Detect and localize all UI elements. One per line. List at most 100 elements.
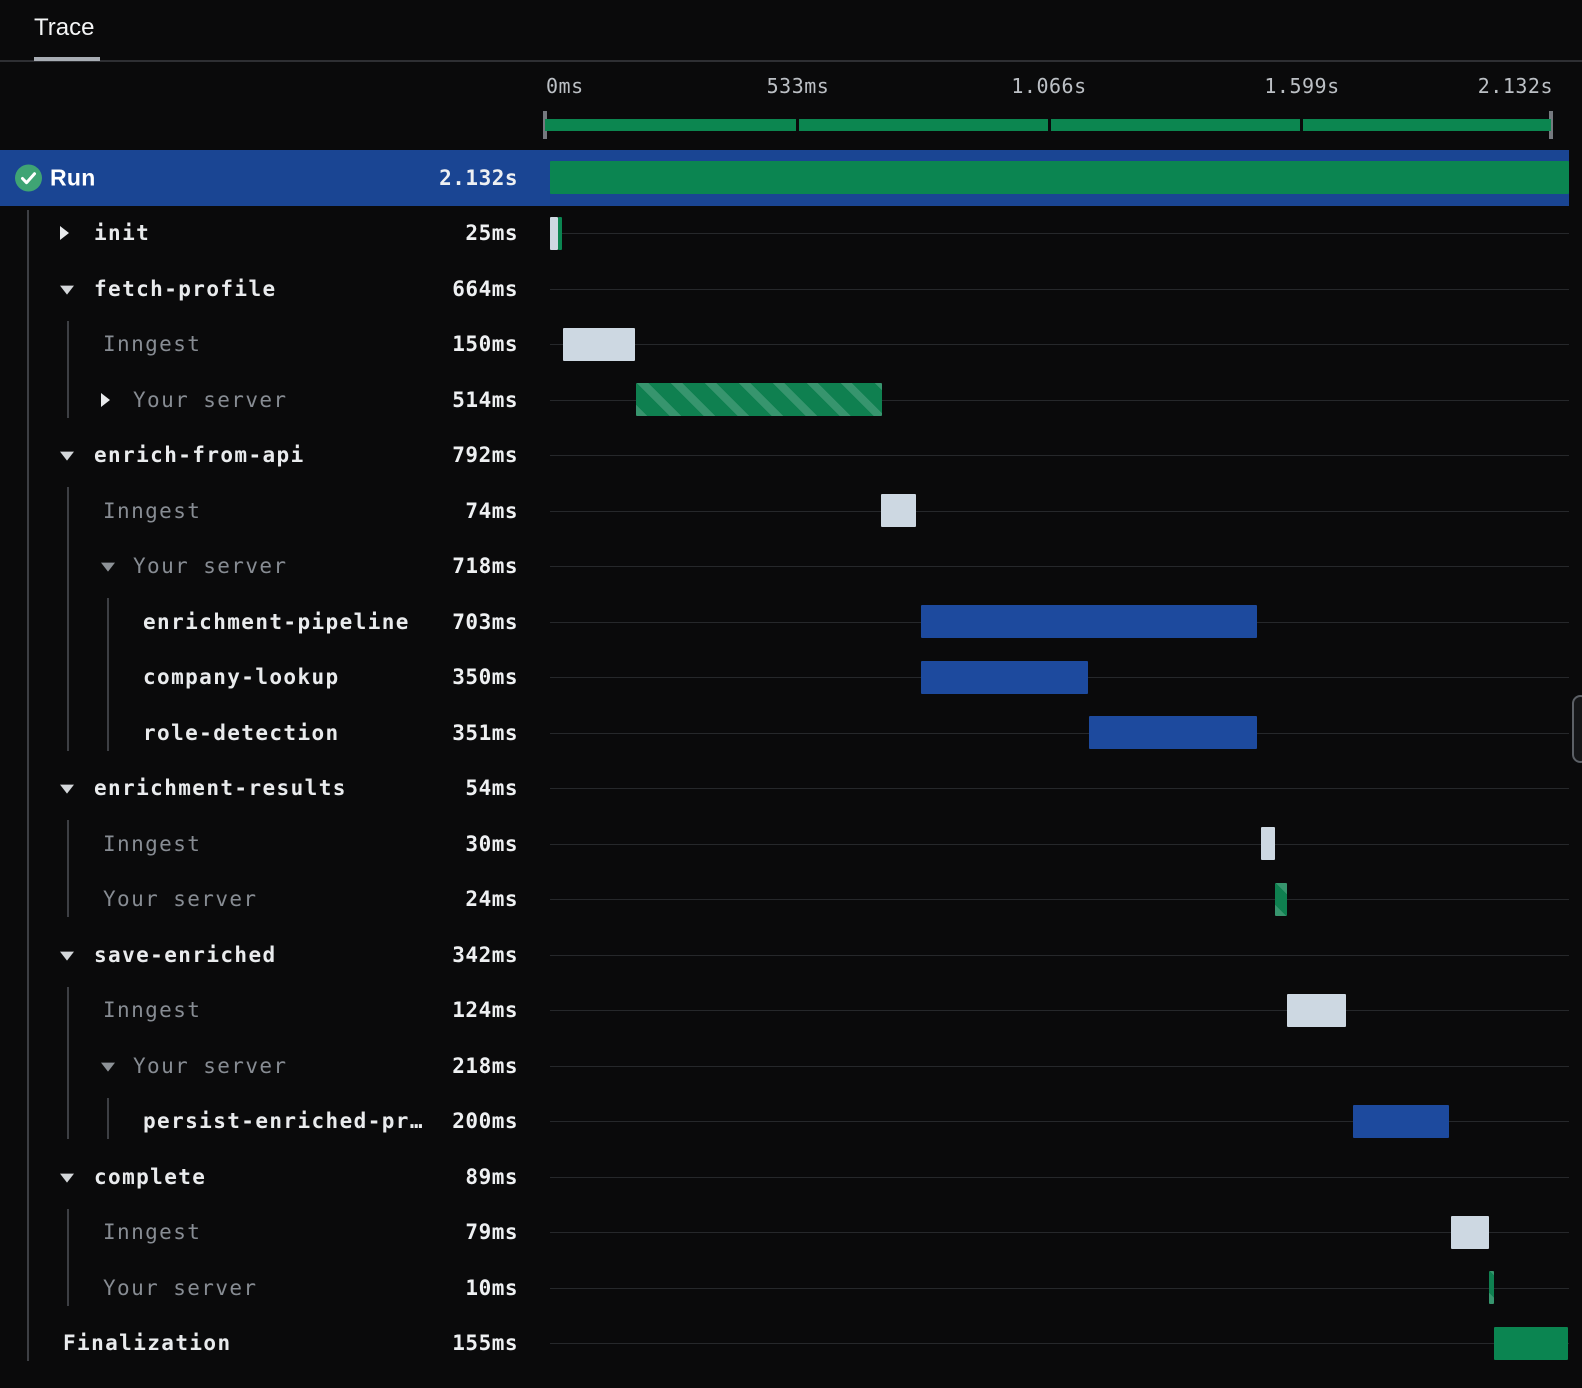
span-name: enrich-from-api <box>94 443 305 468</box>
timeline-minimap[interactable] <box>545 119 1551 131</box>
row-track-line <box>550 1010 1569 1012</box>
row-timeline-track <box>543 1260 1569 1316</box>
trace-row-save-enriched[interactable]: save-enriched 342ms <box>0 927 1569 983</box>
span-name: Your server <box>103 887 258 912</box>
header-bar: Trace <box>0 0 1582 62</box>
trace-row-your-server[interactable]: Your server 218ms <box>0 1038 1569 1094</box>
caret-down-icon[interactable] <box>60 951 74 961</box>
span-name: complete <box>94 1164 207 1189</box>
caret-down-icon[interactable] <box>60 451 74 461</box>
row-left-pane: init 25ms <box>0 206 543 262</box>
trace-row-your-server[interactable]: Your server 718ms <box>0 539 1569 595</box>
span-bar-inngest[interactable] <box>1287 993 1347 1027</box>
trace-row-your-server[interactable]: Your server 24ms <box>0 872 1569 928</box>
span-name: save-enriched <box>94 942 277 967</box>
trace-row-your-server[interactable]: Your server 514ms <box>0 372 1569 428</box>
caret-down-icon[interactable] <box>101 562 115 572</box>
span-bar-inngest[interactable] <box>562 327 635 361</box>
tree-guide-line <box>27 209 29 1361</box>
span-duration: 350ms <box>452 665 518 690</box>
scrollbar-thumb[interactable] <box>1572 695 1582 763</box>
caret-down-icon[interactable] <box>60 784 74 794</box>
span-duration: 25ms <box>465 221 518 246</box>
span-bar-enrichment-pipeline[interactable] <box>920 605 1257 639</box>
row-track-line <box>550 344 1569 346</box>
trace-row-finalization[interactable]: Finalization 155ms <box>0 1316 1569 1372</box>
minimap-divider <box>1048 119 1051 131</box>
span-duration: 89ms <box>465 1164 518 1189</box>
span-duration: 200ms <box>452 1109 518 1134</box>
trace-row-role-detection[interactable]: role-detection 351ms <box>0 705 1569 761</box>
span-name: Finalization <box>63 1331 232 1356</box>
span-duration: 792ms <box>452 443 518 468</box>
span-duration: 664ms <box>452 276 518 301</box>
row-left-pane: Your server 718ms <box>0 539 543 595</box>
caret-right-icon[interactable] <box>101 392 110 407</box>
row-timeline-track <box>543 1094 1569 1150</box>
span-bar-segment-green <box>557 216 562 250</box>
row-timeline-track <box>543 206 1569 262</box>
trace-row-complete[interactable]: complete 89ms <box>0 1149 1569 1205</box>
span-duration: 79ms <box>465 1220 518 1245</box>
span-duration: 10ms <box>465 1275 518 1300</box>
row-left-pane: Finalization 155ms <box>0 1316 543 1372</box>
row-left-pane: save-enriched 342ms <box>0 927 543 983</box>
active-tab-indicator <box>34 57 100 61</box>
span-bar-your-server[interactable] <box>1275 882 1287 916</box>
row-left-pane: complete 89ms <box>0 1149 543 1205</box>
row-left-pane: enrichment-results 54ms <box>0 761 543 817</box>
span-name: Your server <box>133 387 288 412</box>
span-bar-inngest[interactable] <box>880 494 917 528</box>
trace-row-enrich-from-api[interactable]: enrich-from-api 792ms <box>0 428 1569 484</box>
span-bar-inngest[interactable] <box>1260 827 1276 861</box>
trace-row-fetch-profile[interactable]: fetch-profile 664ms <box>0 261 1569 317</box>
trace-row-inngest[interactable]: Inngest 79ms <box>0 1205 1569 1261</box>
caret-right-icon[interactable] <box>60 226 69 241</box>
tree-guide-line <box>67 1208 69 1306</box>
row-left-pane: Your server 24ms <box>0 872 543 928</box>
row-timeline-track <box>543 816 1569 872</box>
trace-row-enrichment-pipeline[interactable]: enrichment-pipeline 703ms <box>0 594 1569 650</box>
row-track-line <box>550 732 1569 734</box>
span-name: Inngest <box>103 831 202 856</box>
trace-row-inngest[interactable]: Inngest 124ms <box>0 983 1569 1039</box>
row-timeline-track <box>543 428 1569 484</box>
trace-row-run[interactable]: Run 2.132s <box>0 150 1570 206</box>
span-duration: 30ms <box>465 831 518 856</box>
row-left-pane: fetch-profile 664ms <box>0 261 543 317</box>
trace-row-inngest[interactable]: Inngest 30ms <box>0 816 1569 872</box>
span-bar-init[interactable] <box>550 216 562 250</box>
span-bar-finalization[interactable] <box>1494 1326 1569 1360</box>
row-timeline-track <box>543 317 1569 373</box>
span-bar-your-server[interactable] <box>1489 1271 1495 1305</box>
span-bar-run[interactable] <box>550 161 1570 195</box>
trace-row-company-lookup[interactable]: company-lookup 350ms <box>0 650 1569 706</box>
span-bar-persist-enriched-pr[interactable] <box>1353 1104 1449 1138</box>
row-track-line <box>550 954 1569 956</box>
span-name: Your server <box>133 554 288 579</box>
row-timeline-track <box>543 539 1569 595</box>
span-name: persist-enriched-pr… <box>143 1109 424 1134</box>
span-bar-role-detection[interactable] <box>1089 716 1257 750</box>
trace-row-init[interactable]: init 25ms <box>0 206 1569 262</box>
row-track-line <box>550 1065 1569 1067</box>
row-left-pane: Inngest 79ms <box>0 1205 543 1261</box>
span-bar-inngest[interactable] <box>1451 1215 1489 1249</box>
trace-row-inngest[interactable]: Inngest 150ms <box>0 317 1569 373</box>
span-name: Run <box>50 164 96 191</box>
caret-down-icon[interactable] <box>60 1173 74 1183</box>
tab-trace[interactable]: Trace <box>34 14 94 42</box>
trace-row-inngest[interactable]: Inngest 74ms <box>0 483 1569 539</box>
span-bar-your-server[interactable] <box>636 383 882 417</box>
trace-row-your-server[interactable]: Your server 10ms <box>0 1260 1569 1316</box>
trace-row-enrichment-results[interactable]: enrichment-results 54ms <box>0 761 1569 817</box>
tree-guide-line <box>107 598 109 751</box>
trace-row-persist-enriched-pr[interactable]: persist-enriched-pr… 200ms <box>0 1094 1569 1150</box>
tree-guide-line <box>107 1097 109 1139</box>
span-duration: 218ms <box>452 1053 518 1078</box>
span-duration: 2.132s <box>439 165 518 190</box>
caret-down-icon[interactable] <box>60 285 74 295</box>
caret-down-icon[interactable] <box>101 1062 115 1072</box>
span-bar-company-lookup[interactable] <box>920 660 1089 694</box>
row-timeline-track <box>543 872 1569 928</box>
